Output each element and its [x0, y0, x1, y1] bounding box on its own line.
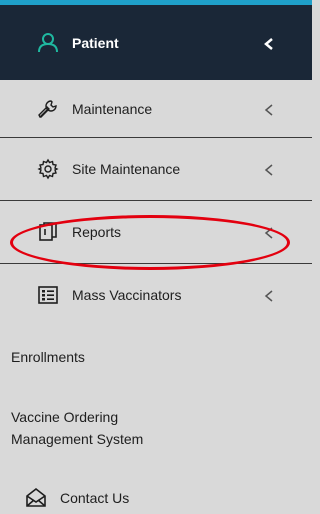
- list-icon: [36, 283, 60, 307]
- sidebar-item-vaccine-ordering[interactable]: Vaccine Ordering Management System: [11, 406, 201, 450]
- wrench-icon: [36, 97, 60, 121]
- chevron-left-icon[interactable]: [264, 163, 274, 176]
- chevron-left-icon[interactable]: [264, 289, 274, 302]
- user-icon: [36, 31, 60, 55]
- sidebar-item-contact-us[interactable]: Contact Us: [0, 482, 312, 514]
- envelope-icon: [24, 486, 48, 510]
- sidebar-item-label: Patient: [72, 34, 119, 51]
- sidebar-item-reports[interactable]: Reports: [0, 201, 312, 263]
- sidebar-item-label: Site Maintenance: [72, 161, 181, 177]
- sidebar-item-label: Contact Us: [60, 490, 130, 506]
- chevron-left-icon[interactable]: [264, 103, 274, 116]
- chevron-left-icon[interactable]: [264, 37, 274, 50]
- sidebar-item-maintenance[interactable]: Maintenance: [0, 80, 312, 137]
- sidebar-item-label: Reports: [72, 224, 122, 240]
- copy-icon: [36, 220, 60, 244]
- gear-icon: [36, 157, 60, 181]
- chevron-left-icon[interactable]: [264, 226, 274, 239]
- sidebar-item-label: Mass Vaccinators: [72, 287, 182, 303]
- sidebar-item-mass-vaccinators[interactable]: Mass Vaccinators: [0, 264, 312, 326]
- sidebar-item-label: Maintenance: [72, 100, 153, 117]
- sidebar-item-patient[interactable]: Patient: [0, 5, 312, 80]
- sidebar-item-enrollments[interactable]: Enrollments: [11, 346, 85, 368]
- sidebar-item-site-maintenance[interactable]: Site Maintenance: [0, 138, 312, 200]
